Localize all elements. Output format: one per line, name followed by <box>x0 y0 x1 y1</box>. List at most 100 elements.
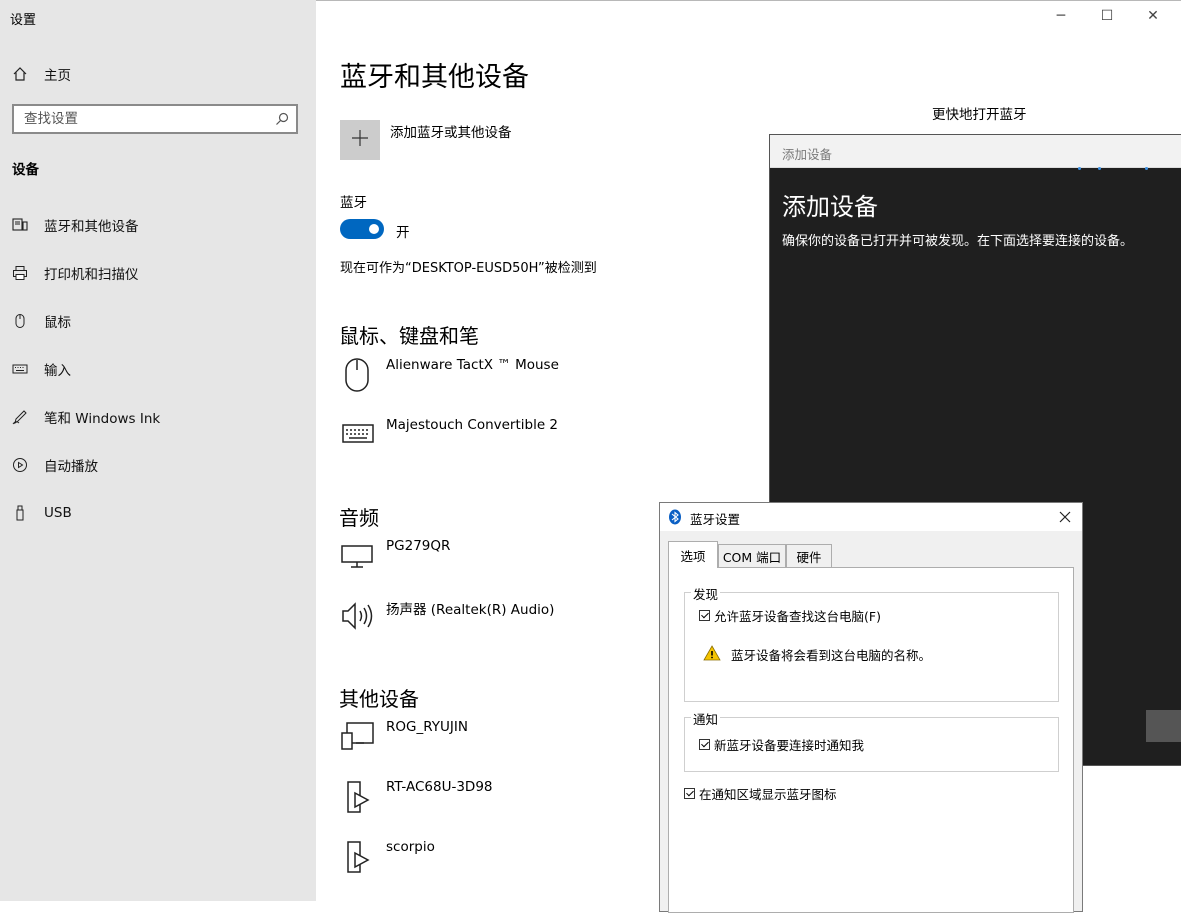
sidebar-item-label: 输入 <box>44 363 71 379</box>
checkbox-label: 在通知区域显示蓝牙图标 <box>699 787 837 802</box>
device-item[interactable]: scorpio <box>340 839 660 883</box>
plus-icon <box>351 129 369 151</box>
progress-dot <box>1098 167 1101 170</box>
checkbox-label: 新蓝牙设备要连接时通知我 <box>714 738 865 753</box>
device-item[interactable]: RT-AC68U-3D98 <box>340 779 660 823</box>
tab-panel: 发现 允许蓝牙设备查找这台电脑(F) 蓝牙设备将会看到这台电脑的名称。 通知 新… <box>668 567 1074 913</box>
dialog-heading: 添加设备 <box>782 193 878 221</box>
mouse-icon <box>340 357 376 393</box>
device-item[interactable]: 扬声器 (Realtek(R) Audio) <box>340 598 660 642</box>
checkbox-label: 允许蓝牙设备查找这台电脑(F) <box>714 609 881 624</box>
section-input-title: 鼠标、键盘和笔 <box>339 324 479 348</box>
dialog-action-button[interactable] <box>1146 710 1181 742</box>
sidebar-item-label: 打印机和扫描仪 <box>44 267 139 283</box>
device-item[interactable]: PG279QR <box>340 538 660 582</box>
search-box[interactable] <box>12 104 298 134</box>
show-tray-icon-checkbox[interactable]: 在通知区域显示蓝牙图标 <box>684 784 837 803</box>
bluetooth-settings-dialog: 蓝牙设置 选项 COM 端口 硬件 发现 允许蓝牙设备查找这台电脑(F) 蓝牙设… <box>659 502 1083 913</box>
speaker-icon <box>340 598 376 634</box>
device-item[interactable]: Majestouch Convertible 2 <box>340 417 660 461</box>
close-icon[interactable] <box>1054 506 1076 528</box>
sidebar-item-printers[interactable]: 打印机和扫描仪 <box>0 251 316 295</box>
page-title: 蓝牙和其他设备 <box>340 62 529 93</box>
sidebar-item-usb[interactable]: USB <box>0 491 316 535</box>
bluetooth-devices-icon <box>12 217 28 233</box>
keyboard-icon <box>340 417 376 453</box>
dialog-titlebar[interactable]: 蓝牙设置 <box>660 503 1082 531</box>
group-title: 发现 <box>691 584 721 603</box>
warning-text: 蓝牙设备将会看到这台电脑的名称。 <box>731 648 932 663</box>
section-title: 设备 <box>12 162 39 178</box>
sidebar-item-label: 蓝牙和其他设备 <box>44 219 139 235</box>
device-name: Majestouch Convertible 2 <box>386 417 559 433</box>
bluetooth-state: 开 <box>396 225 410 241</box>
generic-device-icon <box>340 719 376 755</box>
add-device-label[interactable]: 添加蓝牙或其他设备 <box>390 121 512 141</box>
sidebar-item-label: 主页 <box>44 68 71 84</box>
group-title: 通知 <box>691 709 721 728</box>
notification-group: 通知 新蓝牙设备要连接时通知我 <box>684 709 1059 772</box>
sidebar: 设置 主页 设备 蓝牙和其他设备 打印机和扫描仪 鼠标 输入 <box>0 0 316 901</box>
search-icon[interactable] <box>274 111 290 127</box>
sidebar-item-label: 笔和 Windows Ink <box>44 411 161 427</box>
allow-discovery-checkbox[interactable]: 允许蓝牙设备查找这台电脑(F) <box>699 606 881 625</box>
dialog-title: 添加设备 <box>782 147 833 162</box>
bluetooth-icon <box>668 509 682 525</box>
pen-icon <box>12 409 28 425</box>
sidebar-item-label: 自动播放 <box>44 459 98 475</box>
media-device-icon <box>340 839 376 875</box>
dialog-description: 确保你的设备已打开并可被发现。在下面选择要连接的设备。 <box>782 234 1134 249</box>
app-title: 设置 <box>10 13 37 28</box>
sidebar-item-pen[interactable]: 笔和 Windows Ink <box>0 395 316 439</box>
checkbox-checked-icon <box>699 610 710 621</box>
toggle-knob <box>369 224 379 234</box>
window-controls: ─ ☐ ✕ <box>1031 0 1181 34</box>
section-other-title: 其他设备 <box>339 687 419 711</box>
home-icon <box>12 66 28 82</box>
dialog-titlebar[interactable]: 添加设备 <box>770 135 1181 168</box>
device-name: Alienware TactX ™ Mouse <box>386 357 559 373</box>
autoplay-icon <box>12 457 28 473</box>
discoverable-text: 现在可作为“DESKTOP-EUSD50H”被检测到 <box>340 261 597 276</box>
quick-open-title: 更快地打开蓝牙 <box>932 107 1027 123</box>
sidebar-item-typing[interactable]: 输入 <box>0 347 316 391</box>
maximize-button[interactable]: ☐ <box>1097 6 1117 26</box>
section-audio-title: 音频 <box>339 506 379 530</box>
minimize-button[interactable]: ─ <box>1051 6 1071 26</box>
device-name: RT-AC68U-3D98 <box>386 779 493 795</box>
device-name: scorpio <box>386 839 435 855</box>
close-button[interactable]: ✕ <box>1143 6 1163 26</box>
sidebar-item-autoplay[interactable]: 自动播放 <box>0 443 316 487</box>
checkbox-checked-icon <box>684 788 695 799</box>
monitor-icon <box>340 538 376 574</box>
mouse-icon <box>12 313 28 329</box>
keyboard-icon <box>12 361 28 377</box>
bluetooth-label: 蓝牙 <box>340 195 367 211</box>
sidebar-item-label: 鼠标 <box>44 315 71 331</box>
sidebar-item-mouse[interactable]: 鼠标 <box>0 299 316 343</box>
warning-icon <box>703 645 721 661</box>
device-item[interactable]: Alienware TactX ™ Mouse <box>340 357 660 401</box>
device-name: 扬声器 (Realtek(R) Audio) <box>386 602 555 618</box>
sidebar-item-label: USB <box>44 505 72 521</box>
bluetooth-toggle[interactable] <box>340 219 384 239</box>
tab-options[interactable]: 选项 <box>668 541 718 568</box>
media-device-icon <box>340 779 376 815</box>
tab-com-ports[interactable]: COM 端口 <box>718 544 786 567</box>
search-input[interactable] <box>14 106 264 132</box>
tab-hardware[interactable]: 硬件 <box>786 544 832 567</box>
dialog-title: 蓝牙设置 <box>690 512 741 527</box>
device-name: ROG_RYUJIN <box>386 719 468 735</box>
progress-dot <box>1078 167 1081 170</box>
printer-icon <box>12 265 28 281</box>
add-device-button[interactable] <box>340 120 380 160</box>
device-item[interactable]: ROG_RYUJIN <box>340 719 660 763</box>
sidebar-item-home[interactable]: 主页 <box>0 52 316 96</box>
notify-new-device-checkbox[interactable]: 新蓝牙设备要连接时通知我 <box>699 735 864 754</box>
sidebar-item-bluetooth[interactable]: 蓝牙和其他设备 <box>0 203 316 247</box>
checkbox-checked-icon <box>699 739 710 750</box>
usb-icon <box>12 505 28 521</box>
progress-dot <box>1145 167 1148 170</box>
device-name: PG279QR <box>386 538 451 554</box>
discovery-group: 发现 允许蓝牙设备查找这台电脑(F) 蓝牙设备将会看到这台电脑的名称。 <box>684 584 1059 702</box>
